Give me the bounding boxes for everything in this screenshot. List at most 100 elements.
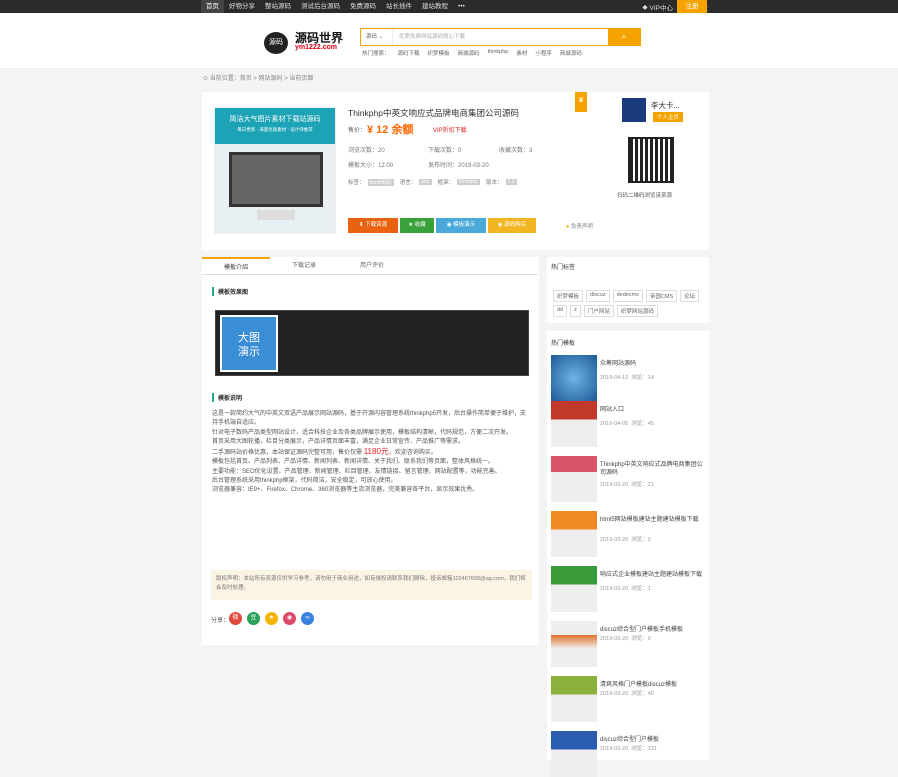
vip-ribbon: ♛ bbox=[575, 92, 587, 112]
nav-home[interactable]: 首页 bbox=[201, 0, 224, 13]
search-button[interactable]: ⌕ bbox=[608, 29, 640, 45]
search-scope-select[interactable]: 源码 ⌄ bbox=[361, 29, 393, 45]
list-item[interactable]: discuz综合型门户模板 2019-03-20 浏览：131 bbox=[551, 731, 709, 777]
desc-paragraph: 浏览器兼容：IE9+、Firefox、Chrome、360浏览器等主流浏览器，完… bbox=[212, 487, 479, 494]
hot-link[interactable]: 商城源码 bbox=[560, 49, 582, 57]
template-meta: 2019-03-20 浏览：131 bbox=[600, 746, 657, 752]
tag-item[interactable]: z bbox=[570, 305, 581, 317]
hot-link[interactable]: 商城源码 bbox=[458, 49, 480, 57]
download-button[interactable]: ⬇ 下载资源 bbox=[348, 218, 398, 233]
vip-discount-link[interactable]: VIP折扣下载 bbox=[433, 125, 467, 134]
avatar[interactable] bbox=[622, 98, 646, 122]
product-thumbnail[interactable]: 简洁大气图片素材下载站源码 每日更新 · 海量优质素材 · 设计师推荐 bbox=[214, 107, 336, 234]
template-title[interactable]: Thinkphp中英文响应式品牌电商集团公司源码 bbox=[600, 461, 708, 477]
weibo-icon[interactable]: 微 bbox=[229, 612, 242, 625]
tag-value[interactable]: html5网站 bbox=[367, 178, 394, 186]
nav-tutorials[interactable]: 建站教程 bbox=[417, 0, 453, 13]
douban-icon[interactable]: 豆 bbox=[247, 612, 260, 625]
template-thumbnail bbox=[551, 731, 597, 777]
qr-caption: 扫码二维码浏览该资源 bbox=[617, 193, 673, 199]
search-input[interactable]: 优质免费网站源码随心下载 bbox=[399, 29, 465, 45]
hot-link[interactable]: 源码下载 bbox=[398, 49, 420, 57]
hot-link[interactable]: thinkphp bbox=[488, 49, 509, 57]
desc-paragraph: 首页采用大图轮播，栏目分类展示，产品详情页面丰富，满足企业日常宣传、产品推广等需… bbox=[212, 438, 465, 445]
template-title[interactable]: html5网站模板建站主题建站模板下载 bbox=[600, 516, 708, 524]
demo-button[interactable]: ◉ 模板演示 bbox=[436, 218, 486, 233]
list-item[interactable]: 清爽风格门户模板discuz模板 2019-03-20 浏览：40 bbox=[551, 676, 709, 722]
tag-item[interactable]: 门户网站 bbox=[583, 305, 614, 317]
tag-item[interactable]: dd bbox=[553, 305, 568, 317]
tag-value[interactable]: php bbox=[419, 179, 432, 185]
template-title[interactable]: discuz综合型门户模板手机模板 bbox=[600, 626, 708, 634]
search-bar: 源码 ⌄ 优质免费网站源码随心下载 ⌕ bbox=[360, 28, 641, 46]
list-item[interactable]: discuz综合型门户模板手机模板 2019-03-20 浏览：0 bbox=[551, 621, 709, 667]
tab-intro[interactable]: 模板介绍 bbox=[202, 257, 270, 274]
bulb-icon: ● bbox=[566, 224, 570, 230]
tag-value[interactable]: thinkphp bbox=[457, 179, 481, 185]
template-thumbnail bbox=[551, 621, 597, 667]
tag-item[interactable]: 织梦网站源码 bbox=[616, 305, 658, 317]
publish-date: 发布时间：2019-03-20 bbox=[428, 163, 489, 169]
template-thumbnail bbox=[551, 355, 597, 401]
copyright-notice: 版权声明：本站所有资源仅供学习参考，请勿用于商业用途，如有侵权请联系我们删除，投… bbox=[211, 570, 532, 600]
template-thumbnail bbox=[551, 456, 597, 502]
tag-item[interactable]: 论坛 bbox=[680, 290, 700, 302]
nav-free[interactable]: 免费源码 bbox=[345, 0, 381, 13]
tag-item[interactable]: 织梦模板 bbox=[553, 290, 584, 302]
link-icon[interactable]: ∞ bbox=[301, 612, 314, 625]
tag-value[interactable]: 1.0 bbox=[505, 179, 517, 185]
hot-link[interactable]: 素材 bbox=[516, 49, 527, 57]
wechat-icon[interactable]: ◉ bbox=[283, 612, 296, 625]
nav-share[interactable]: 好物分享 bbox=[224, 0, 260, 13]
top-nav: 首页 好物分享 整站源码 测试后台源码 免费源码 站长插件 建站教程 ••• bbox=[201, 0, 470, 13]
hot-link[interactable]: 小程序 bbox=[535, 49, 552, 57]
product-tags: 标签： html5网站 语言： php 框架： thinkphp 版本： 1.0 bbox=[348, 178, 523, 186]
user-homepage-badge[interactable]: 个人主页 bbox=[653, 112, 684, 122]
tag-item[interactable]: dedecms bbox=[612, 290, 643, 302]
favorite-button[interactable]: ★ 收藏 bbox=[400, 218, 434, 233]
hot-link[interactable]: 织梦模板 bbox=[428, 49, 450, 57]
list-item[interactable]: 网站入口 2019-04-05 浏览：45 bbox=[551, 401, 709, 447]
tag-key: 标签： bbox=[348, 180, 365, 186]
section-title: 模板说明 bbox=[212, 393, 242, 402]
buy-button[interactable]: ◉ 源码购买 bbox=[488, 218, 536, 233]
big-image-demo-button[interactable]: 大图 演示 bbox=[220, 315, 278, 372]
tag-item[interactable]: 帝国CMS bbox=[645, 290, 678, 302]
tab-downloads[interactable]: 下载记录 bbox=[270, 257, 338, 274]
nav-test[interactable]: 测试后台源码 bbox=[296, 0, 345, 13]
desc-paragraph: 主要功能：SEO优化设置、产品管理、新闻管理、栏目管理、友情链接、留言管理、网站… bbox=[212, 468, 501, 475]
section-title: 模板效果图 bbox=[212, 287, 248, 296]
search-icon: ⌕ bbox=[621, 32, 627, 41]
template-title[interactable]: 响应式企业模板建站主题建站模板下载 bbox=[600, 571, 708, 579]
favorites-count: 收藏次数：3 bbox=[499, 148, 533, 154]
nav-more[interactable]: ••• bbox=[453, 0, 470, 13]
user-name[interactable]: 李大卡... bbox=[651, 100, 680, 111]
template-title[interactable]: 清爽风格门户模板discuz模板 bbox=[600, 681, 708, 689]
vip-center-link[interactable]: VIP中心 bbox=[650, 2, 673, 12]
template-meta: 2019-04-05 浏览：45 bbox=[600, 421, 654, 427]
template-title[interactable]: discuz综合型门户模板 bbox=[600, 736, 708, 744]
hot-tags-title: 热门标签 bbox=[551, 265, 576, 271]
template-meta: 2019-03-20 浏览：1 bbox=[600, 586, 651, 592]
register-button[interactable]: 注册 bbox=[677, 0, 707, 13]
downloads-count: 下载次数：0 bbox=[428, 148, 462, 154]
tag-item[interactable]: discuz bbox=[586, 290, 610, 302]
nav-plugins[interactable]: 站长插件 bbox=[381, 0, 417, 13]
template-title[interactable]: 众筹网站源码 bbox=[600, 360, 708, 368]
nav-full-site[interactable]: 整站源码 bbox=[260, 0, 296, 13]
list-item[interactable]: 众筹网站源码 2019-04-12 浏览：14 bbox=[551, 355, 709, 401]
tab-reviews[interactable]: 用户评价 bbox=[338, 257, 406, 274]
download-icon: ⬇ bbox=[358, 222, 364, 228]
main-content: 模板介绍 下载记录 用户评价 模板效果图 大图 演示 模板说明 这是一款简约大气… bbox=[202, 257, 539, 645]
template-title[interactable]: 网站入口 bbox=[600, 406, 708, 414]
disclaimer-link[interactable]: ● 免责声明 bbox=[566, 222, 593, 230]
site-logo[interactable]: 源码 源码世界 ym1222.com bbox=[262, 28, 347, 58]
list-item[interactable]: html5网站模板建站主题建站模板下载 2019-03-20 浏览：0 bbox=[551, 511, 709, 557]
breadcrumb-text[interactable]: 当前位置：首页 > 网站源码 > 当前页面 bbox=[210, 76, 314, 82]
desc-paragraph: 二手源码站价格优惠，本站保证源码完整可用，售价仅需 1180元，欢迎咨询购买。 bbox=[212, 447, 437, 457]
qzone-icon[interactable]: ★ bbox=[265, 612, 278, 625]
list-item[interactable]: Thinkphp中英文响应式品牌电商集团公司源码 2019-03-20 浏览：21 bbox=[551, 456, 709, 502]
template-description: 这是一款简约大气的中英文双语产品展示网站源码，基于开源内容管理系统thinkph… bbox=[212, 410, 532, 496]
list-item[interactable]: 响应式企业模板建站主题建站模板下载 2019-03-20 浏览：1 bbox=[551, 566, 709, 612]
demo-preview[interactable]: 大图 演示 bbox=[215, 310, 529, 376]
